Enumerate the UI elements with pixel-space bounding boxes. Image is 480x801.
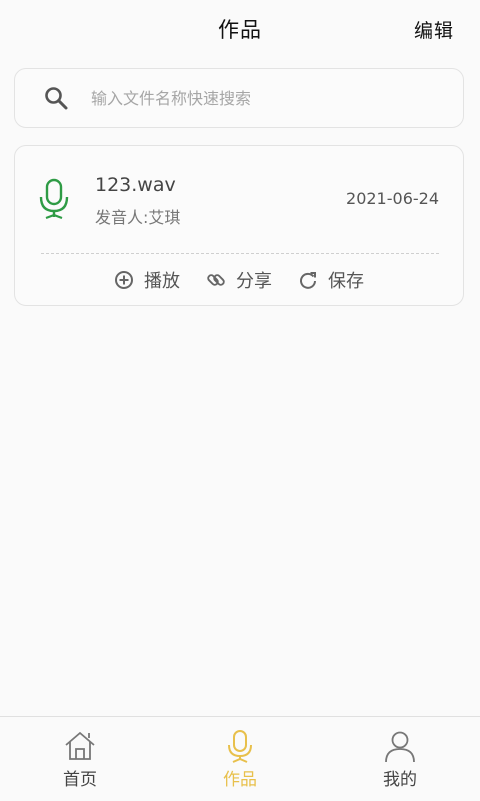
tab-mine-label: 我的 <box>383 770 417 790</box>
home-icon <box>63 729 97 763</box>
work-filename: 123.wav <box>95 174 176 196</box>
link-icon <box>206 270 226 290</box>
page-title: 作品 <box>218 18 262 42</box>
search-input[interactable] <box>89 87 433 109</box>
tab-home[interactable]: 首页 <box>0 717 160 801</box>
play-button[interactable]: 播放 <box>114 267 180 293</box>
work-card[interactable]: 123.wav 发音人:艾琪 2021-06-24 播放 分享 保存 <box>14 145 464 306</box>
microphone-icon <box>37 178 71 220</box>
refresh-icon <box>298 270 318 290</box>
tab-mine[interactable]: 我的 <box>320 717 480 801</box>
share-button[interactable]: 分享 <box>206 267 272 293</box>
tab-home-label: 首页 <box>63 770 97 790</box>
play-label: 播放 <box>144 271 180 292</box>
work-date: 2021-06-24 <box>346 189 439 208</box>
search-bar[interactable] <box>14 68 464 128</box>
card-divider <box>41 253 439 254</box>
search-icon <box>43 85 69 111</box>
tab-works[interactable]: 作品 <box>160 717 320 801</box>
app-header: 作品 编辑 <box>0 0 480 58</box>
microphone-icon <box>223 729 257 763</box>
edit-button[interactable]: 编辑 <box>414 16 454 43</box>
work-speaker: 发音人:艾琪 <box>95 208 181 227</box>
tab-works-label: 作品 <box>223 770 257 790</box>
save-label: 保存 <box>328 271 364 292</box>
save-button[interactable]: 保存 <box>298 267 364 293</box>
share-label: 分享 <box>236 271 272 292</box>
plus-circle-icon <box>114 270 134 290</box>
user-icon <box>383 729 417 763</box>
bottom-tab-bar: 首页 作品 我的 <box>0 716 480 801</box>
work-actions: 播放 分享 保存 <box>15 266 463 294</box>
